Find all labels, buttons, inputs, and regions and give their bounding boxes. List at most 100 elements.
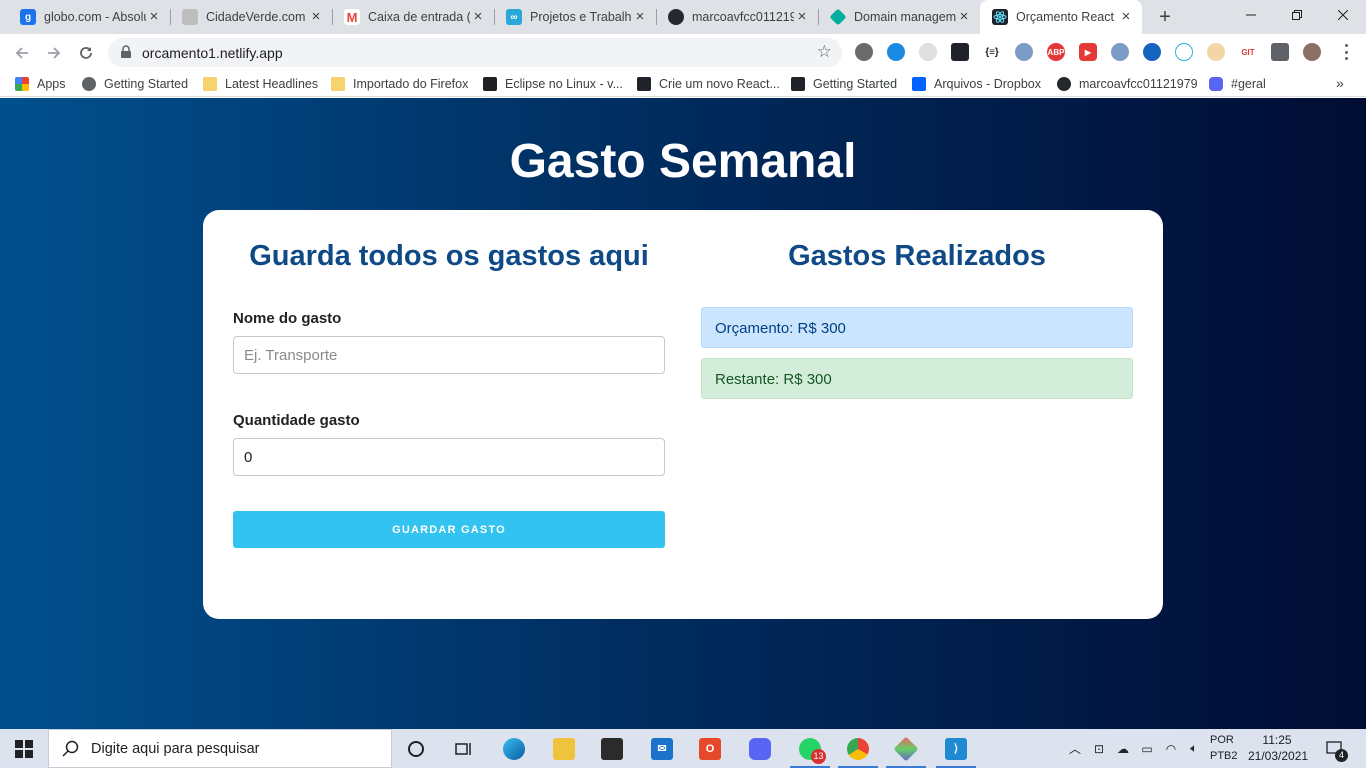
gitkraken-icon[interactable] — [882, 729, 930, 768]
tab-projetos[interactable]: ∞ Projetos e Trabalhos × — [494, 0, 656, 34]
bookmark-latest-headlines[interactable]: Latest Headlines — [203, 75, 318, 93]
save-expense-button[interactable]: GUARDAR GASTO — [233, 511, 665, 548]
dropbox-icon — [912, 77, 926, 91]
remaining-alert: Restante: R$ 300 — [701, 358, 1133, 399]
close-icon[interactable]: × — [470, 9, 486, 25]
extensions-puzzle-icon[interactable] — [1271, 43, 1289, 61]
bookmarks-bar: Apps Getting Started Latest Headlines Im… — [0, 71, 1366, 97]
edge-icon[interactable] — [490, 729, 538, 768]
clock-date: 21/03/2021 — [1248, 749, 1309, 763]
bookmark-getting-started[interactable]: Getting Started — [82, 75, 188, 93]
cortana-icon[interactable] — [392, 729, 440, 768]
bookmark-getting-started-react[interactable]: Getting Started — [791, 75, 897, 93]
task-view-glyph — [455, 742, 471, 755]
expense-quantity-input[interactable] — [233, 438, 665, 476]
extension-gear-icon[interactable] — [855, 43, 873, 61]
react-icon — [791, 77, 805, 91]
battery-icon[interactable]: ▭ — [1137, 729, 1157, 768]
close-icon[interactable]: × — [308, 9, 324, 25]
close-icon[interactable]: × — [794, 9, 810, 25]
react-icon — [992, 9, 1008, 25]
taskbar-search-placeholder: Digite aqui para pesquisar — [91, 740, 260, 757]
new-tab-plus-icon[interactable]: + — [1154, 6, 1176, 28]
tab-orcamento-react[interactable]: Orçamento React × — [980, 0, 1142, 34]
file-explorer-icon[interactable] — [540, 729, 588, 768]
extension-react-devtools-icon[interactable] — [951, 43, 969, 61]
extension-circle-icon[interactable] — [1143, 43, 1161, 61]
tab-github[interactable]: marcoavfcc01121979 × — [656, 0, 818, 34]
tab-title: Projetos e Trabalhos — [530, 10, 632, 24]
lock-icon — [121, 45, 131, 58]
volume-icon[interactable]: 🔈︎ — [1184, 729, 1204, 768]
tray-app-icon[interactable]: ⊡ — [1090, 729, 1108, 768]
wifi-icon[interactable]: ◠ — [1161, 729, 1181, 768]
expense-quantity-label: Quantidade gasto — [233, 412, 360, 429]
restore-icon[interactable] — [1274, 0, 1320, 30]
bookmark-label: Arquivos - Dropbox — [934, 77, 1041, 91]
extension-json-icon[interactable]: {≡} — [983, 43, 1001, 61]
system-clock[interactable]: 11:25 21/03/2021 — [1248, 732, 1309, 764]
bookmark-label: Importado do Firefox — [353, 77, 469, 91]
address-bar[interactable]: orcamento1.netlify.app ☆ — [108, 38, 842, 67]
extension-video-icon[interactable]: ▶ — [1079, 43, 1097, 61]
windows-start-button[interactable] — [0, 729, 48, 768]
tab-domain-management[interactable]: Domain management × — [818, 0, 980, 34]
mail-icon[interactable]: ✉ — [638, 729, 686, 768]
tab-gmail[interactable]: M Caixa de entrada ( × — [332, 0, 494, 34]
bookmark-dropbox[interactable]: Arquivos - Dropbox — [912, 75, 1041, 93]
form-heading: Guarda todos os gastos aqui — [249, 240, 649, 272]
discord-icon[interactable] — [736, 729, 784, 768]
notification-center-icon[interactable]: 4 — [1318, 729, 1352, 768]
whatsapp-icon[interactable]: 13 — [786, 729, 834, 768]
react-logo-icon — [993, 11, 1007, 23]
task-view-icon[interactable] — [440, 729, 488, 768]
window-close-icon[interactable] — [1320, 0, 1366, 30]
bookmark-importado-firefox[interactable]: Importado do Firefox — [331, 75, 468, 93]
extension-git-icon[interactable]: GIT — [1239, 43, 1257, 61]
bookmark-star-icon[interactable]: ☆ — [817, 42, 832, 62]
onedrive-icon[interactable]: ☁ — [1113, 729, 1133, 768]
forward-arrow-icon[interactable] — [40, 39, 68, 67]
bookmark-apps[interactable]: Apps — [15, 75, 66, 93]
folder-icon — [203, 77, 217, 91]
extension-feather-icon[interactable] — [1015, 43, 1033, 61]
tab-globo[interactable]: g globo.com - Absoluta × — [8, 0, 170, 34]
reload-icon[interactable] — [72, 39, 100, 67]
tab-cidadeverde[interactable]: CidadeVerde.com × — [170, 0, 332, 34]
bookmark-label: Latest Headlines — [225, 77, 319, 91]
extension-globe-icon[interactable] — [887, 43, 905, 61]
vscode-icon[interactable]: ⟩ — [932, 729, 980, 768]
office-icon[interactable]: O — [686, 729, 734, 768]
extension-clock-icon[interactable] — [919, 43, 937, 61]
back-arrow-icon[interactable] — [8, 39, 36, 67]
chrome-icon[interactable] — [834, 729, 882, 768]
apps-grid-icon — [15, 77, 29, 91]
bookmark-eclipse-linux[interactable]: Eclipse no Linux - v... — [483, 75, 623, 93]
close-icon[interactable]: × — [632, 9, 648, 25]
adblock-icon[interactable]: ABP — [1047, 43, 1065, 61]
extension-coffee-icon[interactable] — [1207, 43, 1225, 61]
browser-menu-icon[interactable] — [1338, 42, 1354, 62]
bookmark-crie-react[interactable]: Crie um novo React... — [637, 75, 780, 93]
close-icon[interactable]: × — [1118, 9, 1134, 25]
taskbar-search-box[interactable]: Digite aqui para pesquisar — [48, 729, 392, 768]
input-language[interactable]: POR PTB2 — [1210, 732, 1238, 764]
tray-chevron-icon[interactable]: ︿ — [1066, 729, 1084, 768]
expense-name-input[interactable] — [233, 336, 665, 374]
git-glyph — [893, 736, 919, 761]
extension-feather2-icon[interactable] — [1111, 43, 1129, 61]
store-icon[interactable] — [588, 729, 636, 768]
bookmark-geral[interactable]: #geral — [1209, 75, 1266, 93]
close-icon[interactable]: × — [956, 9, 972, 25]
profile-avatar[interactable] — [1303, 43, 1321, 61]
browser-toolbar: orcamento1.netlify.app ☆ {≡} ABP ▶ GIT — [0, 34, 1366, 71]
bookmark-github[interactable]: marcoavfcc01121979 — [1057, 75, 1198, 93]
minimize-icon[interactable] — [1228, 0, 1274, 30]
github-icon — [1057, 77, 1071, 91]
bookmark-label: Crie um novo React... — [659, 77, 780, 91]
tab-title: marcoavfcc01121979 — [692, 10, 794, 24]
bookmarks-overflow-icon[interactable]: » — [1336, 75, 1344, 91]
close-icon[interactable]: × — [146, 9, 162, 25]
github-icon — [668, 9, 684, 25]
extension-react-icon[interactable] — [1175, 43, 1193, 61]
